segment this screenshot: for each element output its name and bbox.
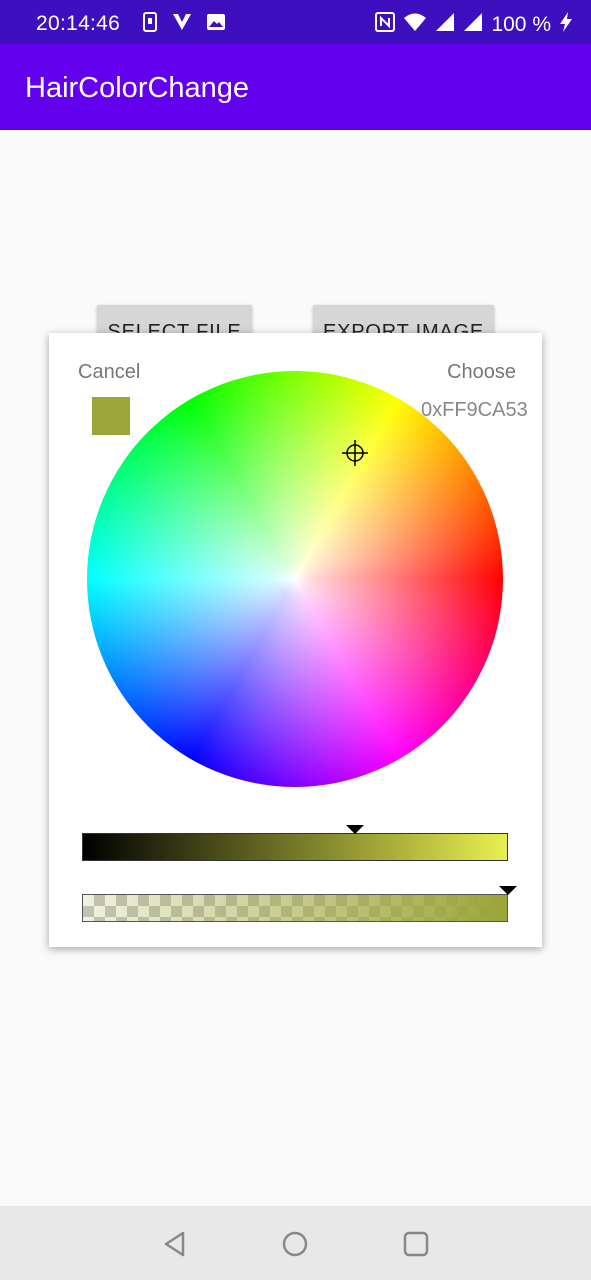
home-icon[interactable] (281, 1230, 309, 1258)
app-bar: HairColorChange (0, 44, 591, 130)
cancel-button[interactable]: Cancel (78, 361, 140, 384)
color-wheel[interactable] (87, 371, 503, 787)
navigation-bar (0, 1206, 591, 1280)
back-icon[interactable] (161, 1230, 189, 1258)
hex-value: 0xFF9CA53 (421, 399, 528, 421)
alpha-slider-fill (83, 895, 507, 921)
signal-icon (435, 12, 455, 38)
status-time: 20:14:46 (36, 12, 121, 35)
brightness-slider-thumb-icon[interactable] (345, 825, 364, 834)
color-picker-dialog: Cancel Choose 0xFF9CA53 (49, 333, 542, 947)
battery-percent: 100 % (491, 13, 551, 36)
signal-icon (463, 12, 483, 38)
status-bar: 20:14:46 100 % (0, 0, 591, 44)
status-left-icons (142, 12, 226, 37)
app-title: HairColorChange (25, 72, 250, 104)
brightness-slider[interactable] (82, 833, 508, 861)
crosshair-icon[interactable] (342, 440, 368, 466)
alpha-slider[interactable] (82, 894, 508, 922)
recents-icon[interactable] (402, 1230, 430, 1258)
vpn-app-icon (172, 13, 192, 36)
wifi-icon (403, 12, 427, 38)
alpha-slider-thumb-icon[interactable] (499, 886, 517, 895)
notification-icon (142, 12, 158, 37)
selected-color-swatch (92, 397, 130, 435)
charging-icon (559, 11, 573, 39)
status-right: 100 % (375, 11, 573, 39)
gallery-icon (206, 13, 226, 36)
choose-button[interactable]: Choose (447, 361, 516, 384)
nfc-icon (375, 12, 396, 38)
